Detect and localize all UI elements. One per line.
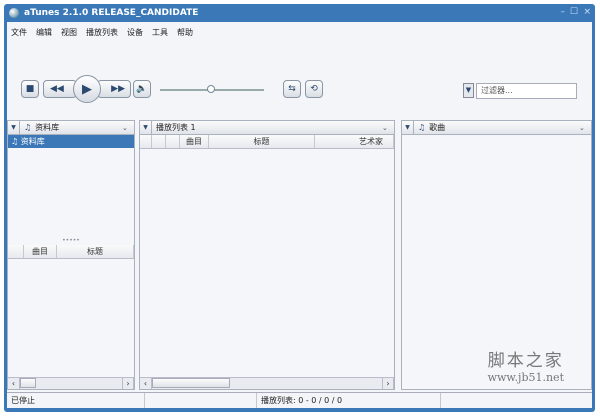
filter-input[interactable]: 过滤器... [476,83,577,99]
close-button[interactable]: × [583,7,591,17]
stop-button[interactable]: ■ [21,80,39,98]
tree-item-label: 资料库 [20,137,45,146]
window-title: aTunes 2.1.0 RELEASE_CANDIDATE [24,8,199,18]
repeat-button[interactable]: ⇆ [283,80,301,98]
app-window: aTunes 2.1.0 RELEASE_CANDIDATE – ☐ × 文件 … [4,4,595,412]
status-playlist: 播放列表: 0 - 0 / 0 / 0 [257,393,441,408]
playlist-selector[interactable]: 播放列表 1 [152,122,382,133]
context-selector[interactable]: 歌曲 [425,122,579,133]
shuffle-button[interactable]: ⟲ [305,80,323,98]
menu-edit[interactable]: 编辑 [36,27,52,38]
volume-icon: 🔈 [136,84,148,94]
menu-playlist[interactable]: 播放列表 [86,27,118,38]
chevron-down-icon[interactable]: ⌄ [382,124,394,132]
navigator-panel: ▼ ♫ 资料库 ⌄ ♫ 资料库 ••••• 曲目 标题 ‹ › [7,120,135,390]
menu-help[interactable]: 帮助 [177,27,193,38]
watermark-line1: 脚本之家 [487,351,564,371]
filter-dropdown-button[interactable]: ▼ [463,83,474,98]
menu-device[interactable]: 设备 [127,27,143,38]
chevron-down-icon[interactable]: ⌄ [579,124,591,132]
rewind-icon: ◀◀ [50,84,64,94]
minimize-button[interactable]: – [561,7,566,17]
watermark: 脚本之家 www.jb51.net [488,346,564,384]
repeat-icon: ⇆ [288,84,296,94]
menu-tools[interactable]: 工具 [152,27,168,38]
horizontal-scrollbar[interactable]: ‹ › [140,377,394,389]
tree-item-library[interactable]: ♫ 资料库 [8,135,134,148]
music-note-icon: ♫ [418,123,426,132]
mute-button[interactable]: 🔈 [133,80,151,98]
play-icon: ▶ [82,81,92,97]
column-title[interactable]: 标题 [209,135,315,148]
panel-menu-button[interactable]: ▼ [402,121,414,134]
chevron-down-icon[interactable]: ⌄ [122,124,134,132]
panel-menu-button[interactable]: ▼ [140,121,152,134]
playlist-panel: ▼ 播放列表 1 ⌄ 曲目 标题 艺术家 ‹ › [139,120,395,390]
menu-bar: 文件 编辑 视图 播放列表 设备 工具 帮助 [11,27,193,38]
column-title[interactable]: 标题 [57,245,134,258]
maximize-button[interactable]: ☐ [570,7,578,17]
panel-menu-button[interactable]: ▼ [8,121,20,134]
fast-forward-icon: ▶▶ [111,84,125,94]
menu-file[interactable]: 文件 [11,27,27,38]
navigator-table-header: 曲目 标题 [8,245,134,259]
menu-view[interactable]: 视图 [61,27,77,38]
splitter-handle[interactable]: ••••• [8,238,134,244]
next-button[interactable]: ▶▶ [97,80,131,98]
status-bar: 已停止 播放列表: 0 - 0 / 0 / 0 [7,392,592,408]
playlist-table-header: 曲目 标题 艺术家 [140,135,394,149]
volume-slider-handle[interactable] [207,85,215,93]
horizontal-scrollbar[interactable]: ‹ › [8,377,134,389]
play-button[interactable]: ▶ [73,75,101,103]
music-note-icon: ♫ [24,123,32,132]
navigator-selector[interactable]: 资料库 [31,122,122,133]
loop-icon: ⟲ [310,84,318,94]
music-note-icon: ♫ [11,137,21,146]
previous-button[interactable]: ◀◀ [43,80,77,98]
column-track[interactable]: 曲目 [24,245,57,258]
column-track[interactable]: 曲目 [180,135,209,148]
watermark-line2: www.jb51.net [487,371,564,384]
column-artist[interactable]: 艺术家 [315,135,394,148]
status-state: 已停止 [7,393,145,408]
stop-icon: ■ [25,84,35,94]
